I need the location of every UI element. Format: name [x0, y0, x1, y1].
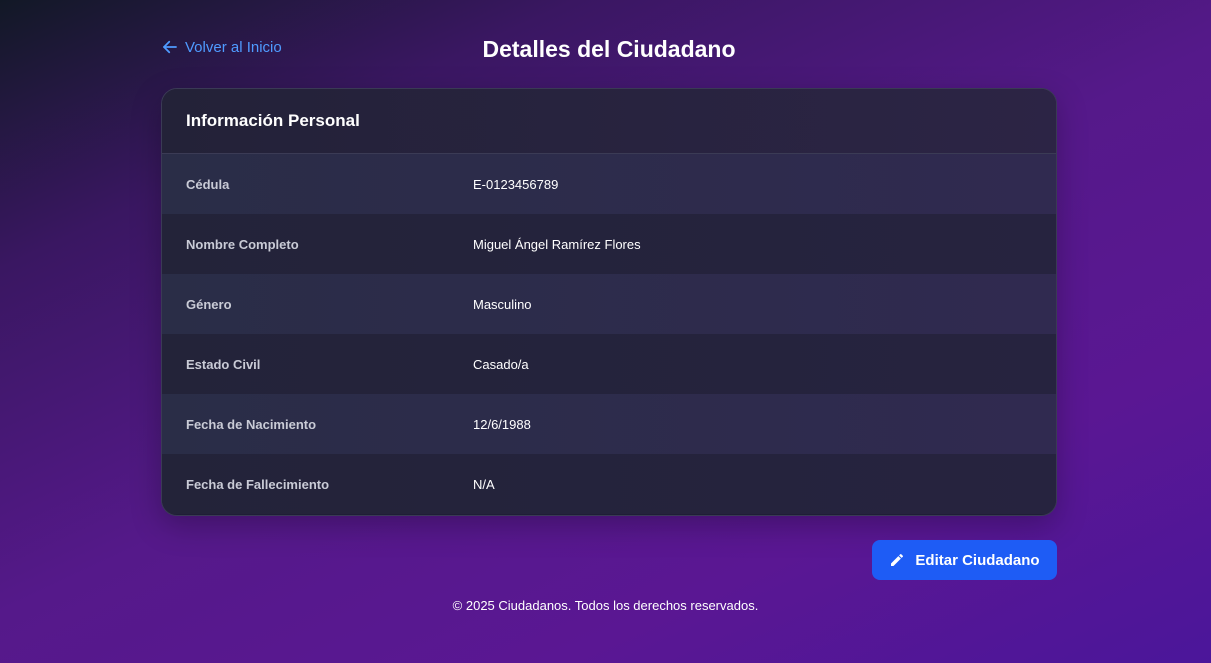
page-header: Volver al Inicio Detalles del Ciudadano [161, 30, 1057, 70]
footer-copyright: © 2025 Ciudadanos. Todos los derechos re… [452, 598, 759, 613]
detail-value: E-0123456789 [473, 176, 559, 192]
personal-info-card: Información Personal Cédula E-0123456789… [161, 88, 1057, 516]
card-header: Información Personal [162, 89, 1056, 154]
card-title: Información Personal [186, 111, 360, 130]
detail-row-cedula: Cédula E-0123456789 [162, 154, 1056, 214]
detail-label: Nombre Completo [186, 236, 299, 252]
pencil-icon [891, 553, 904, 566]
detail-value: 12/6/1988 [473, 416, 531, 432]
page-title: Detalles del Ciudadano [482, 36, 736, 62]
edit-button-label: Editar Ciudadano [915, 551, 1040, 569]
detail-value: Masculino [473, 296, 532, 312]
detail-label: Cédula [186, 176, 230, 192]
edit-citizen-button[interactable]: Editar Ciudadano [872, 540, 1057, 580]
detail-row-genero: Género Masculino [162, 274, 1056, 334]
detail-label: Estado Civil [186, 356, 261, 372]
detail-row-fecha-nacimiento: Fecha de Nacimiento 12/6/1988 [162, 394, 1056, 454]
detail-value: Casado/a [473, 356, 529, 372]
detail-row-estado-civil: Estado Civil Casado/a [162, 334, 1056, 394]
detail-label: Fecha de Fallecimiento [186, 476, 330, 492]
detail-row-fecha-fallecimiento: Fecha de Fallecimiento N/A [162, 454, 1056, 514]
detail-value: N/A [473, 476, 495, 492]
detail-label: Fecha de Nacimiento [186, 416, 317, 432]
detail-value: Miguel Ángel Ramírez Flores [473, 236, 641, 252]
detail-row-nombre: Nombre Completo Miguel Ángel Ramírez Flo… [162, 214, 1056, 274]
detail-label: Género [186, 296, 232, 312]
